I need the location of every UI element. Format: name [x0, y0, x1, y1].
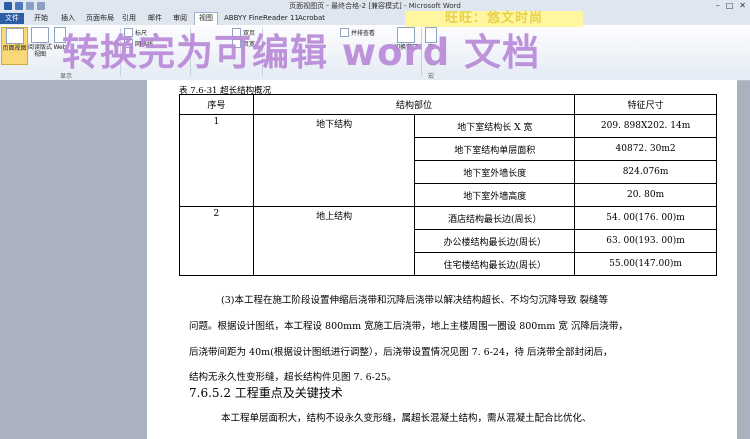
group-no: 1: [179, 114, 254, 207]
row-item: 地下室结构单层面积: [414, 137, 576, 161]
paragraph-line: 本工程单层面积大，结构不设永久变形缝，属超长混凝土结构，需从混凝土配合比优化、: [221, 413, 592, 424]
minimize-icon[interactable]: –: [716, 1, 720, 10]
tab-home[interactable]: 开始: [34, 13, 48, 24]
tab-view[interactable]: 视图: [194, 12, 218, 26]
header-part: 结构部位: [252, 94, 576, 115]
row-item: 酒店结构最长边(周长）: [414, 206, 576, 230]
page-view-button[interactable]: 页面视图: [1, 27, 28, 65]
ribbon-tab-bar: 文件 开始 插入 页面布局 引用 邮件 审阅 视图 ABBYY FineRead…: [0, 12, 750, 26]
page-view-icon: [5, 28, 24, 44]
group-part: 地下结构: [252, 114, 416, 207]
table-row: 1 地下结构 地下室结构长 X 宽 209. 898X202. 14m: [179, 114, 717, 207]
row-item: 地下室外墙长度: [414, 160, 576, 184]
row-value: 824.076m: [574, 160, 717, 184]
maximize-icon[interactable]: □: [726, 1, 734, 10]
tab-file[interactable]: 文件: [0, 13, 24, 24]
group-part: 地上结构: [252, 206, 416, 276]
section-heading: 7.6.5.2 工程重点及关键技术: [189, 386, 343, 400]
structure-table: 序号 结构部位 特征尺寸 1 地下结构 地下室结构长 X 宽 209. 898X…: [179, 94, 717, 276]
row-value: 40872. 30m2: [574, 137, 717, 161]
tab-insert[interactable]: 插入: [61, 13, 75, 24]
header-no: 序号: [179, 94, 254, 115]
paragraph-line: 结构无永久性变形缝，超长结构件见图 7. 6-25。: [189, 372, 397, 383]
row-item: 地下室外墙高度: [414, 183, 576, 207]
watermark-overlay: 转换完为可编辑 word 文档: [62, 31, 541, 74]
paragraph-line: (3)本工程在施工阶段设置伸缩后浇带和沉降后浇带以解决结构超长、不均匀沉降导致 …: [221, 295, 608, 306]
window-controls: – □ ✕: [716, 1, 746, 10]
row-value: 209. 898X202. 14m: [574, 114, 717, 138]
tab-mailings[interactable]: 邮件: [148, 13, 162, 24]
paragraph-line: 问题。根据设计图纸，本工程设 800mm 宽施工后浇带，地上主楼周围一圈设 80…: [189, 321, 628, 332]
row-item: 住宅楼结构最长边(周长）: [414, 252, 576, 276]
tab-abbyy[interactable]: ABBYY FineReader 11: [224, 13, 299, 24]
table-header-row: 序号 结构部位 特征尺寸: [179, 94, 717, 115]
group-no: 2: [179, 206, 254, 276]
window-title: 页面视图页 - 最终合格-2 [兼容模式] - Microsoft Word: [289, 2, 461, 10]
tab-page-layout[interactable]: 页面布局: [86, 13, 114, 24]
row-value: 55.00(147.00)m: [574, 252, 717, 276]
tab-references[interactable]: 引用: [122, 13, 136, 24]
row-value: 63. 00(193. 00)m: [574, 229, 717, 253]
reading-view-button[interactable]: 阅读版式视图: [28, 27, 52, 63]
document-background: [0, 80, 147, 439]
tab-acrobat[interactable]: Acrobat: [298, 13, 325, 24]
table-row: 2 地上结构 酒店结构最长边(周长） 54. 00(176. 00)m: [179, 206, 717, 276]
row-value: 54. 00(176. 00)m: [574, 206, 717, 230]
shop-banner: 旺旺：悠文时尚: [405, 11, 583, 27]
paragraph-line: 后浇带间距为 40m(根据设计图纸进行调整），后浇带设置情况见图 7. 6-24…: [189, 347, 613, 358]
row-item: 地下室结构长 X 宽: [414, 114, 576, 138]
document-page[interactable]: 表 7.6-31 超长结构概况 序号 结构部位 特征尺寸 1 地下结构 地下室结…: [147, 80, 737, 439]
row-item: 办公楼结构最长边(周长）: [414, 229, 576, 253]
reading-view-icon: [31, 27, 49, 43]
close-icon[interactable]: ✕: [739, 1, 746, 10]
header-size: 特征尺寸: [574, 94, 717, 115]
title-bar: 页面视图页 - 最终合格-2 [兼容模式] - Microsoft Word –…: [0, 0, 750, 14]
tab-review[interactable]: 审阅: [173, 13, 187, 24]
row-value: 20. 80m: [574, 183, 717, 207]
